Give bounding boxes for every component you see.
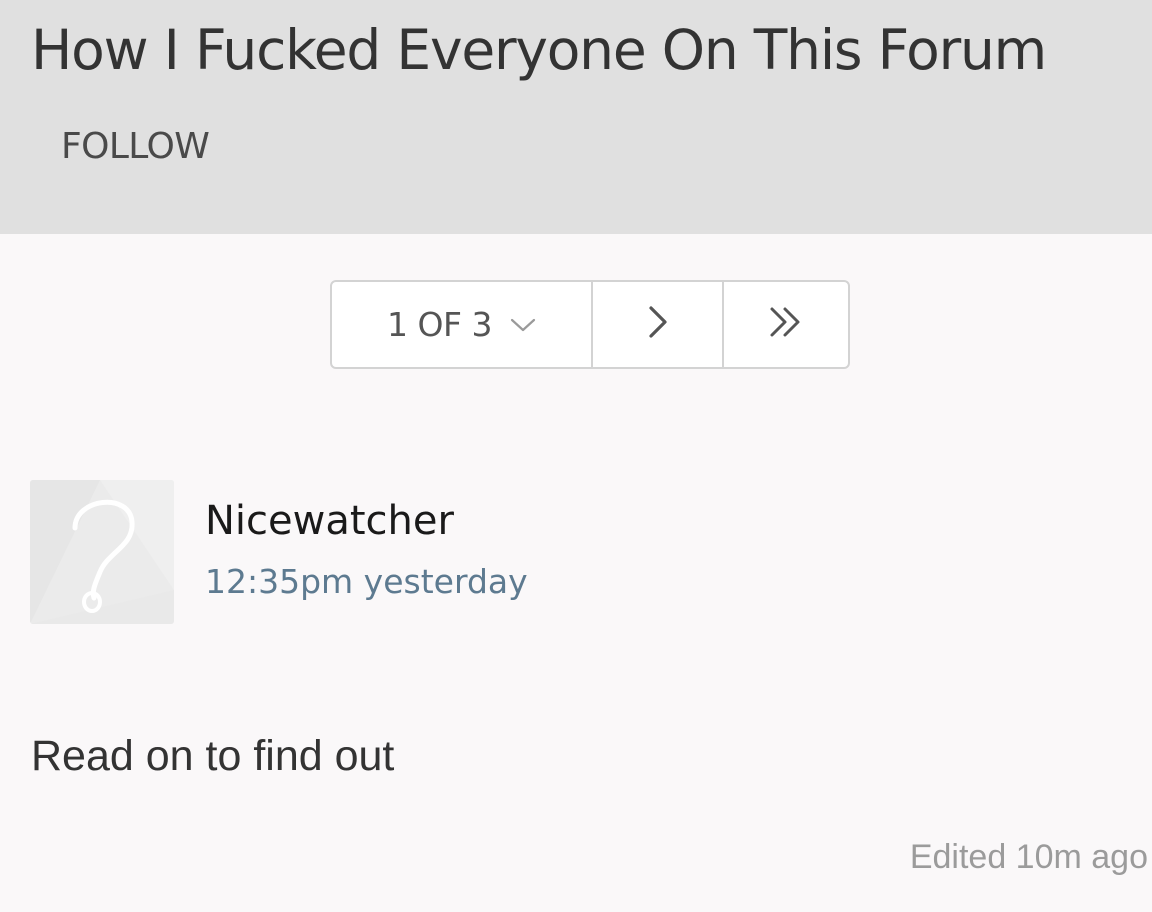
pagination-control: 1 OF 3: [330, 280, 850, 369]
next-page-button[interactable]: [593, 282, 724, 367]
double-chevron-right-icon: [769, 306, 803, 343]
avatar[interactable]: [30, 480, 174, 624]
topic-header: How I Fucked Everyone On This Forum FOLL…: [0, 0, 1152, 234]
page-select-dropdown[interactable]: 1 OF 3: [332, 282, 593, 367]
author-name[interactable]: Nicewatcher: [205, 498, 454, 544]
edited-note: Edited 10m ago: [909, 838, 1148, 876]
post-body: Read on to find out: [31, 732, 395, 780]
chevron-right-icon: [647, 305, 669, 344]
follow-button[interactable]: FOLLOW: [61, 126, 210, 167]
last-page-button[interactable]: [724, 282, 848, 367]
question-mark-icon: [30, 480, 174, 624]
chevron-down-icon: [510, 317, 536, 333]
post-timestamp[interactable]: 12:35pm yesterday: [205, 562, 528, 601]
topic-title: How I Fucked Everyone On This Forum: [31, 18, 1047, 82]
page-indicator: 1 OF 3: [387, 305, 492, 344]
